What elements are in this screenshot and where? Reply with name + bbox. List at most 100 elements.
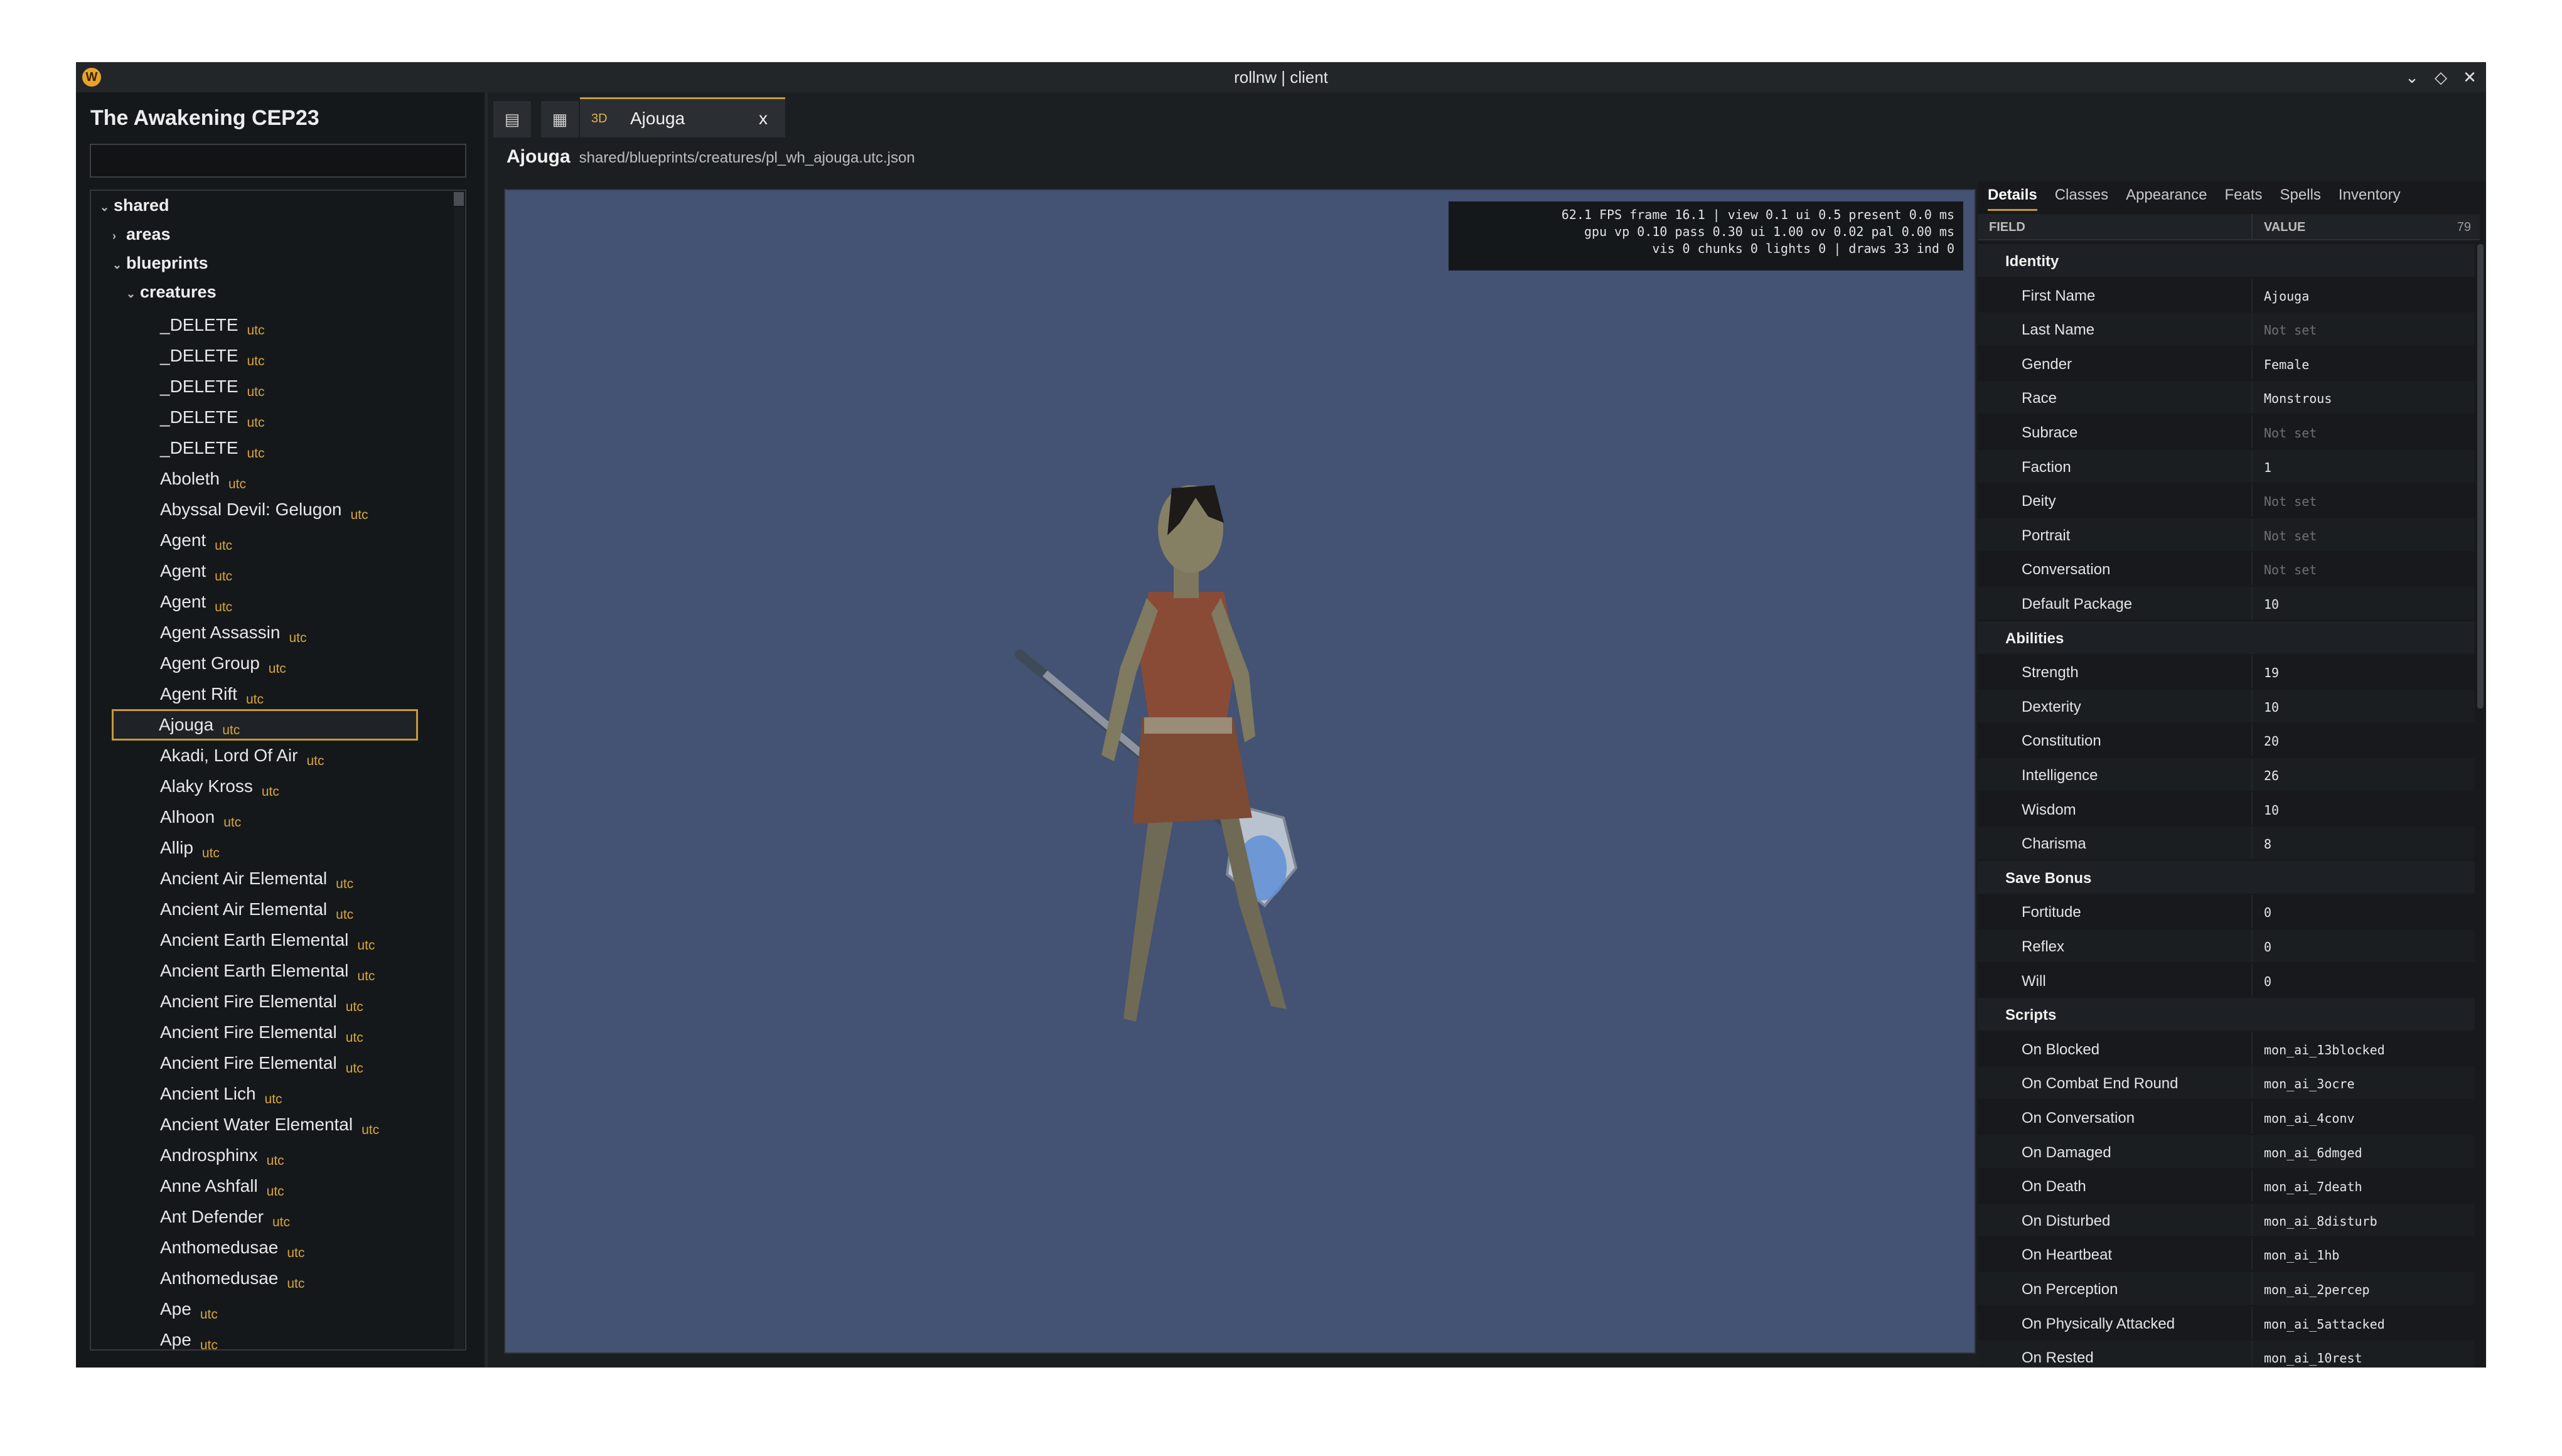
property-row[interactable]: On Blocked mon_ai_13blocked bbox=[1978, 1032, 2475, 1065]
tree-item[interactable]: Ancient Water Elemental utc bbox=[160, 1111, 379, 1138]
property-value[interactable]: mon_ai_13blocked bbox=[2264, 1042, 2385, 1057]
tree-item[interactable]: Alaky Kross utc bbox=[160, 773, 279, 800]
property-value[interactable]: 8 bbox=[2264, 837, 2271, 852]
tree-item[interactable]: _DELETE utc bbox=[160, 404, 265, 431]
tree-item[interactable]: Ancient Earth Elemental utc bbox=[160, 957, 375, 985]
property-row[interactable]: On Conversation mon_ai_4conv bbox=[1978, 1101, 2475, 1133]
property-row[interactable]: On Death mon_ai_7death bbox=[1978, 1169, 2475, 1202]
tab-inventory[interactable]: Inventory bbox=[2339, 186, 2401, 211]
close-window-icon[interactable]: ✕ bbox=[2462, 68, 2477, 87]
property-value[interactable]: 10 bbox=[2264, 803, 2279, 818]
property-row[interactable]: Gender Female bbox=[1978, 346, 2475, 380]
tree-item[interactable]: Ajouga utc bbox=[112, 709, 418, 741]
folder-blueprints[interactable]: ⌄ blueprints bbox=[112, 254, 208, 273]
property-group[interactable]: Abilities bbox=[1978, 621, 2475, 654]
tab-appearance[interactable]: Appearance bbox=[2126, 186, 2207, 211]
tree-item[interactable]: Agent Assassin utc bbox=[160, 619, 306, 646]
tree-item[interactable]: Ancient Earth Elemental utc bbox=[160, 926, 375, 954]
property-value[interactable]: Not set bbox=[2264, 494, 2317, 509]
property-row[interactable]: Dexterity 10 bbox=[1978, 689, 2475, 722]
tree-item[interactable]: Alhoon utc bbox=[160, 803, 241, 831]
property-row[interactable]: On Disturbed mon_ai_8disturb bbox=[1978, 1203, 2475, 1236]
tree-scrollbar-thumb[interactable] bbox=[454, 192, 464, 206]
folder-creatures[interactable]: ⌄ creatures bbox=[126, 282, 217, 302]
property-value[interactable]: mon_ai_8disturb bbox=[2264, 1214, 2377, 1229]
tree-item[interactable]: _DELETE utc bbox=[160, 311, 265, 339]
properties-scrollbar[interactable] bbox=[2477, 244, 2484, 709]
minimize-icon[interactable]: ⌄ bbox=[2404, 68, 2420, 87]
property-row[interactable]: Charisma 8 bbox=[1978, 827, 2475, 860]
property-value[interactable]: mon_ai_10rest bbox=[2264, 1351, 2362, 1366]
tree-item[interactable]: _DELETE utc bbox=[160, 434, 265, 462]
property-value[interactable]: mon_ai_3ocre bbox=[2264, 1076, 2355, 1091]
property-row[interactable]: Wisdom 10 bbox=[1978, 792, 2475, 825]
property-value[interactable]: 0 bbox=[2264, 905, 2271, 920]
property-group[interactable]: Save Bonus bbox=[1978, 860, 2475, 894]
document-icon[interactable]: ▤ bbox=[493, 101, 531, 137]
property-row[interactable]: Last Name Not set bbox=[1978, 313, 2475, 346]
tab-spells[interactable]: Spells bbox=[2280, 186, 2321, 211]
property-row[interactable]: Conversation Not set bbox=[1978, 552, 2475, 586]
tree-item[interactable]: Agent utc bbox=[160, 557, 232, 585]
tree-item[interactable]: Ancient Air Elemental utc bbox=[160, 896, 353, 923]
property-value[interactable]: 0 bbox=[2264, 974, 2271, 989]
tree-item[interactable]: Agent utc bbox=[160, 527, 232, 554]
maximize-icon[interactable]: ◇ bbox=[2433, 68, 2448, 87]
tab-classes[interactable]: Classes bbox=[2055, 186, 2108, 211]
property-row[interactable]: Strength 19 bbox=[1978, 655, 2475, 688]
property-row[interactable]: Deity Not set bbox=[1978, 484, 2475, 517]
property-row[interactable]: First Name Ajouga bbox=[1978, 278, 2475, 311]
tree-item[interactable]: Ancient Fire Elemental utc bbox=[160, 1019, 363, 1046]
tree-item[interactable]: Ancient Air Elemental utc bbox=[160, 865, 353, 892]
tree-scrollbar-track[interactable] bbox=[454, 207, 464, 1349]
tab-ajouga[interactable]: 3D Ajouga x bbox=[580, 97, 785, 137]
property-row[interactable]: On Combat End Round mon_ai_3ocre bbox=[1978, 1066, 2475, 1100]
property-value[interactable]: Female bbox=[2264, 357, 2309, 372]
property-value[interactable]: mon_ai_6dmged bbox=[2264, 1145, 2362, 1160]
property-value[interactable]: mon_ai_1hb bbox=[2264, 1248, 2339, 1263]
tree-item[interactable]: Androsphinx utc bbox=[160, 1142, 284, 1169]
property-value[interactable]: 26 bbox=[2264, 768, 2279, 783]
tree-item[interactable]: Allip utc bbox=[160, 834, 220, 862]
folder-areas[interactable]: › areas bbox=[112, 225, 171, 244]
property-row[interactable]: Reflex 0 bbox=[1978, 929, 2475, 962]
property-value[interactable]: 10 bbox=[2264, 700, 2279, 715]
property-value[interactable]: 10 bbox=[2264, 597, 2279, 612]
tree-item[interactable]: Abyssal Devil: Gelugon utc bbox=[160, 496, 368, 523]
tree-item[interactable]: _DELETE utc bbox=[160, 373, 265, 400]
panel-splitter[interactable] bbox=[485, 92, 488, 1368]
property-value[interactable]: Monstrous bbox=[2264, 391, 2332, 406]
property-value[interactable]: Not set bbox=[2264, 528, 2317, 543]
property-group[interactable]: Identity bbox=[1978, 244, 2475, 277]
property-value[interactable]: 19 bbox=[2264, 665, 2279, 680]
tree-item[interactable]: Ape utc bbox=[160, 1326, 218, 1349]
property-row[interactable]: Portrait Not set bbox=[1978, 518, 2475, 551]
tree-item[interactable]: _DELETE utc bbox=[160, 342, 265, 370]
property-row[interactable]: On Physically Attacked mon_ai_5attacked bbox=[1978, 1306, 2475, 1339]
property-value[interactable]: Not set bbox=[2264, 323, 2317, 338]
property-row[interactable]: Race Monstrous bbox=[1978, 381, 2475, 414]
tree-item[interactable]: Aboleth utc bbox=[160, 465, 246, 493]
property-value[interactable]: mon_ai_5attacked bbox=[2264, 1317, 2385, 1332]
property-value[interactable]: mon_ai_7death bbox=[2264, 1179, 2362, 1194]
property-row[interactable]: Fortitude 0 bbox=[1978, 895, 2475, 928]
tree-item[interactable]: Anne Ashfall utc bbox=[160, 1172, 284, 1200]
tree-item[interactable]: Ancient Lich utc bbox=[160, 1080, 282, 1108]
property-row[interactable]: Will 0 bbox=[1978, 963, 2475, 997]
property-row[interactable]: Faction 1 bbox=[1978, 449, 2475, 483]
tree-search-input[interactable] bbox=[90, 144, 466, 178]
property-value[interactable]: mon_ai_2percep bbox=[2264, 1282, 2370, 1297]
property-value[interactable]: 1 bbox=[2264, 460, 2271, 475]
property-row[interactable]: On Heartbeat mon_ai_1hb bbox=[1978, 1238, 2475, 1271]
property-row[interactable]: On Perception mon_ai_2percep bbox=[1978, 1272, 2475, 1305]
property-row[interactable]: Intelligence 26 bbox=[1978, 758, 2475, 791]
property-row[interactable]: Default Package 10 bbox=[1978, 587, 2475, 619]
property-value[interactable]: 0 bbox=[2264, 939, 2271, 955]
resource-tree[interactable]: ⌄ shared › areas ⌄ blueprints ⌄ creatures _D… bbox=[90, 190, 466, 1351]
property-row[interactable]: On Rested mon_ai_10rest bbox=[1978, 1341, 2475, 1368]
property-row[interactable]: Constitution 20 bbox=[1978, 724, 2475, 757]
property-group[interactable]: Scripts bbox=[1978, 998, 2475, 1031]
tree-item[interactable]: Agent Rift utc bbox=[160, 680, 264, 708]
tree-item[interactable]: Ape utc bbox=[160, 1295, 218, 1323]
property-value[interactable]: 20 bbox=[2264, 734, 2279, 749]
